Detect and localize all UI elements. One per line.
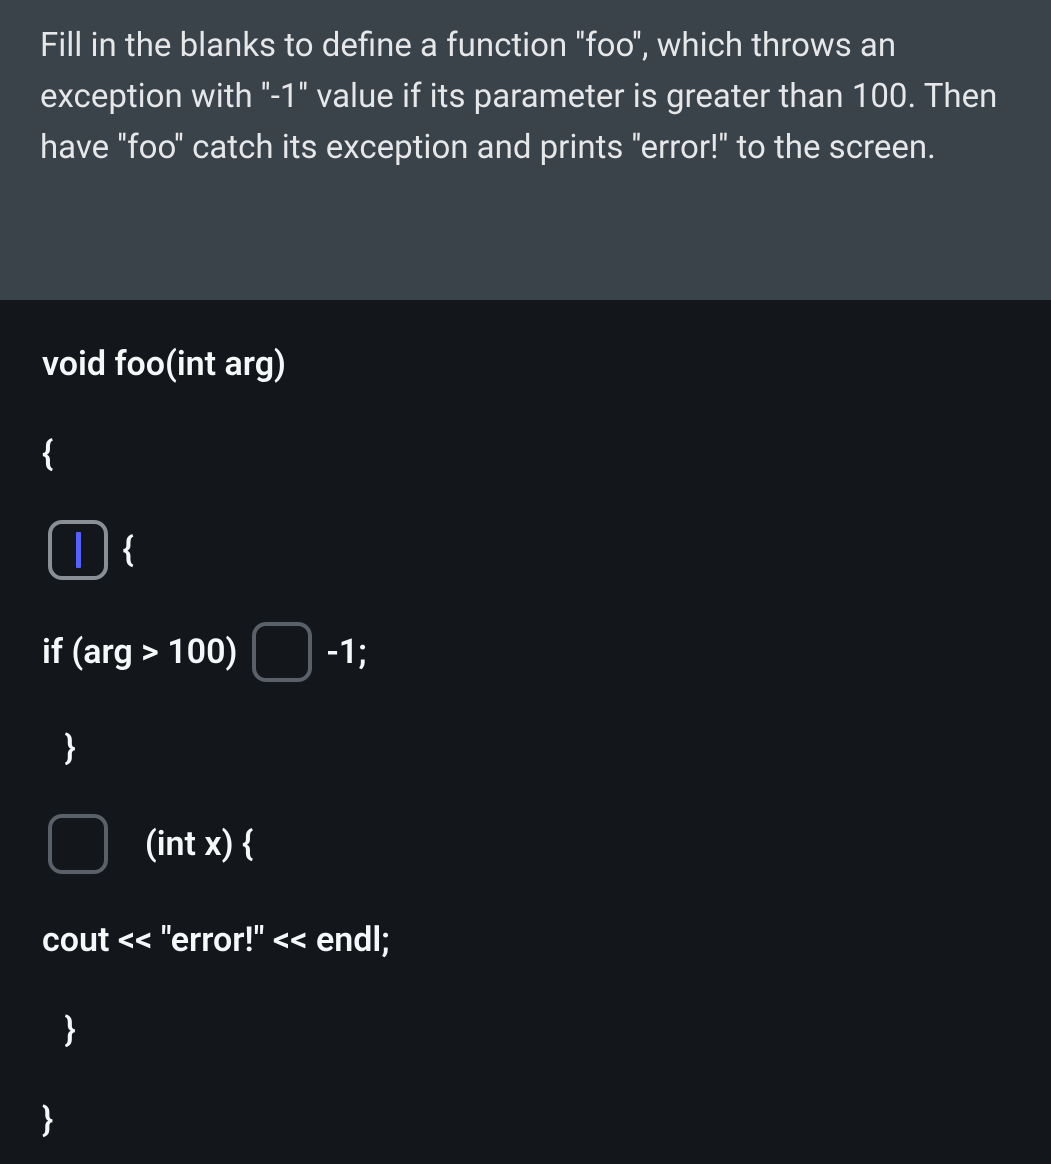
code-text: if (arg > 100)	[42, 635, 246, 669]
code-text: (int x) {	[128, 827, 253, 861]
code-text: }	[56, 1013, 76, 1047]
code-line: {	[42, 520, 1011, 580]
code-text: }	[42, 1103, 53, 1137]
code-line: {	[42, 430, 1011, 478]
code-line: cout << "error!" << endl;	[42, 916, 1011, 964]
code-text: }	[56, 731, 76, 765]
question-text: Fill in the blanks to define a function …	[40, 26, 997, 167]
code-line: }	[42, 1006, 1011, 1054]
code-line: void foo(int arg)	[42, 340, 1011, 388]
code-panel: void foo(int arg) { { if (arg > 100) -1;…	[0, 300, 1051, 1164]
code-line: }	[42, 724, 1011, 772]
code-text: -1;	[318, 635, 367, 669]
code-text: void foo(int arg)	[42, 347, 286, 381]
blank-input-2[interactable]	[252, 622, 312, 682]
code-text: {	[114, 533, 134, 567]
code-text: cout << "error!" << endl;	[42, 923, 390, 957]
blank-input-1[interactable]	[48, 520, 108, 580]
question-panel: Fill in the blanks to define a function …	[0, 0, 1051, 300]
code-line: }	[42, 1096, 1011, 1144]
code-text: {	[42, 437, 53, 471]
text-caret	[76, 532, 81, 568]
blank-input-3[interactable]	[48, 814, 108, 874]
code-line: if (arg > 100) -1;	[42, 622, 1011, 682]
code-line: (int x) {	[42, 814, 1011, 874]
